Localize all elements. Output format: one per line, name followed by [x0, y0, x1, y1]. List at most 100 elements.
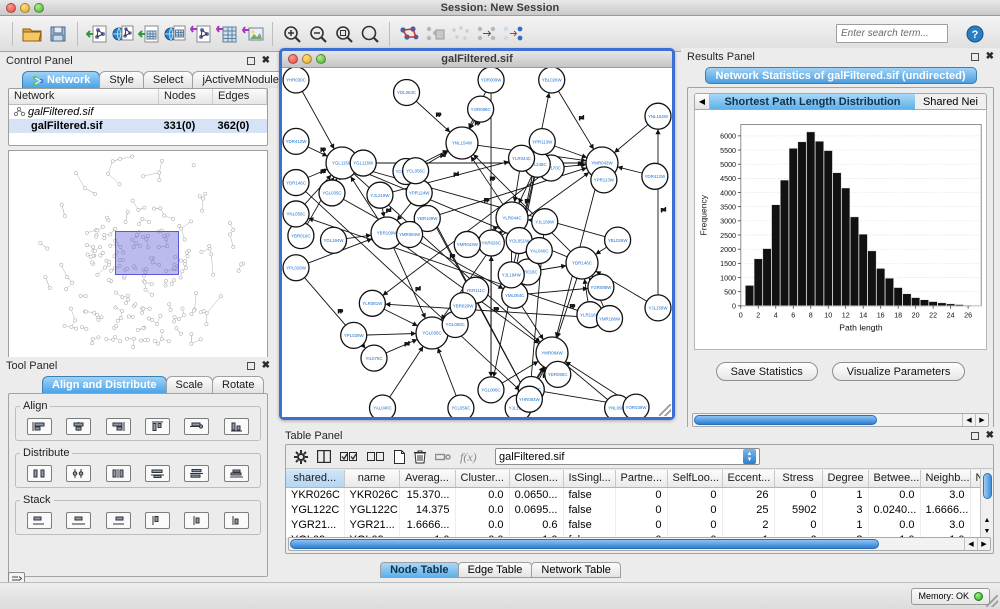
network-maximize-icon[interactable]	[316, 54, 326, 64]
align-left-icon[interactable]	[27, 418, 52, 435]
align-right-icon[interactable]	[106, 418, 131, 435]
export-table-icon[interactable]	[214, 21, 240, 47]
table-vertical-scrollbar[interactable]: ▲ ▼	[980, 470, 993, 537]
network-close-icon[interactable]	[288, 54, 298, 64]
col-edges[interactable]: Edges	[213, 89, 267, 104]
node-table-column-header[interactable]: SelfLoo...	[667, 470, 722, 487]
align-horizontal-center-icon[interactable]	[66, 418, 91, 435]
stack-center-icon[interactable]	[66, 512, 91, 529]
save-statistics-button[interactable]: Save Statistics	[716, 362, 818, 381]
zoom-out-icon[interactable]	[305, 21, 331, 47]
import-table-url-icon[interactable]	[162, 21, 188, 47]
node-table-column-header[interactable]: Partne...	[615, 470, 667, 487]
distribute-top-icon[interactable]	[145, 465, 170, 482]
table-panel-close-icon[interactable]: ✖	[986, 432, 994, 440]
window-resizer[interactable]	[986, 595, 998, 607]
results-panel-close-icon[interactable]: ✖	[986, 53, 994, 61]
search-input[interactable]: Enter search term...	[836, 24, 948, 43]
zoom-fit-selected-icon[interactable]	[331, 21, 357, 47]
node-table-column-header[interactable]: Averag...	[399, 470, 455, 487]
table-hscroll-left-icon[interactable]: ◀	[964, 538, 977, 550]
deselect-all-icon[interactable]	[448, 21, 474, 47]
import-table-icon[interactable]	[136, 21, 162, 47]
results-panel-float-icon[interactable]	[971, 53, 979, 61]
drag-select-icon[interactable]	[422, 21, 448, 47]
table-hscroll-right-icon[interactable]: ▶	[977, 538, 990, 550]
network-list-row[interactable]: galFiltered.sif	[9, 104, 267, 119]
zoom-fit-icon[interactable]	[357, 21, 383, 47]
visualize-parameters-button[interactable]: Visualize Parameters	[832, 362, 966, 381]
tab-network-table[interactable]: Network Table	[531, 562, 621, 578]
node-table-grid[interactable]: shared...nameAverag...Cluster...Closen..…	[286, 470, 993, 537]
tab-node-table[interactable]: Node Table	[380, 562, 458, 578]
node-table-column-header[interactable]: Neighb...	[920, 470, 970, 487]
distribute-vertical-center-icon[interactable]	[184, 465, 209, 482]
stack-bottom-icon[interactable]	[224, 512, 249, 529]
tab-style[interactable]: Style	[99, 71, 143, 88]
import-network-icon[interactable]	[84, 21, 110, 47]
tab-network-statistics[interactable]: Network Statistics of galFiltered.sif (u…	[705, 67, 977, 84]
control-panel-close-icon[interactable]: ✖	[262, 57, 270, 65]
node-table-column-header[interactable]: Betwee...	[868, 470, 920, 487]
zoom-in-icon[interactable]	[279, 21, 305, 47]
table-selector-arrows-icon[interactable]: ▲▼	[743, 449, 756, 464]
tool-panel-float-icon[interactable]	[247, 362, 255, 370]
results-scroll-right-icon[interactable]: ▶	[975, 414, 988, 426]
node-table-column-header[interactable]: shared...	[286, 470, 344, 487]
table-scroll-thumb[interactable]	[983, 473, 992, 499]
maximize-window-icon[interactable]	[34, 3, 44, 13]
col-network[interactable]: Network	[9, 89, 159, 104]
select-all-nodes-icon[interactable]	[396, 21, 422, 47]
table-selector[interactable]: galFiltered.sif ▲▼	[495, 448, 760, 465]
node-table-column-header[interactable]: Degree	[822, 470, 868, 487]
import-network-url-icon[interactable]	[110, 21, 136, 47]
stack-left-icon[interactable]	[27, 512, 52, 529]
tab-align-and-distribute[interactable]: Align and Distribute	[42, 376, 167, 393]
deselect-rows-icon[interactable]	[367, 451, 385, 462]
col-nodes[interactable]: Nodes	[159, 89, 213, 104]
close-window-icon[interactable]	[6, 3, 16, 13]
node-table-column-header[interactable]: Stress	[774, 470, 822, 487]
node-table-column-header[interactable]: Cluster...	[455, 470, 509, 487]
import-table-icon[interactable]	[435, 452, 451, 462]
table-panel-float-icon[interactable]	[971, 432, 979, 440]
table-row[interactable]: YKR026CYKR026C15.370...0.00.0650...false…	[286, 487, 993, 502]
distribute-right-icon[interactable]	[106, 465, 131, 482]
subtab-scroll-left-icon[interactable]: ◀	[695, 94, 710, 109]
subtab-shared-neighbors[interactable]: Shared Nei	[915, 94, 986, 109]
save-icon[interactable]	[45, 21, 71, 47]
network-canvas[interactable]: pppppppdpdpppppppdpppppdpdpdpdpdpdpppdpp…	[282, 68, 672, 417]
open-folder-icon[interactable]	[19, 21, 45, 47]
distribute-left-icon[interactable]	[27, 465, 52, 482]
table-row[interactable]: YGR21...YGR21...1.6666...0.00.6false0020…	[286, 517, 993, 532]
delete-column-icon[interactable]	[414, 450, 426, 464]
subtab-shortest-path-length-distribution[interactable]: Shortest Path Length Distribution	[710, 94, 915, 109]
columns-icon[interactable]	[317, 450, 331, 463]
node-table-column-header[interactable]: name	[344, 470, 399, 487]
network-view-resizer[interactable]	[659, 404, 671, 416]
network-minimize-icon[interactable]	[302, 54, 312, 64]
results-scroll-left-icon[interactable]: ◀	[962, 414, 975, 426]
tab-scale[interactable]: Scale	[166, 376, 214, 393]
overview-viewport-rect[interactable]	[115, 231, 180, 274]
tab-network[interactable]: Network	[22, 71, 100, 88]
node-table-column-header[interactable]: IsSingl...	[563, 470, 615, 487]
node-table-column-header[interactable]: Eccent...	[722, 470, 774, 487]
align-bottom-icon[interactable]	[224, 418, 249, 435]
tool-panel-close-icon[interactable]: ✖	[262, 362, 270, 370]
stack-top-icon[interactable]	[145, 512, 170, 529]
function-builder-icon[interactable]: f(x)	[460, 450, 482, 464]
results-horizontal-scrollbar[interactable]: ◀ ▶	[692, 413, 989, 427]
memory-status-badge[interactable]: Memory: OK	[911, 588, 990, 605]
results-scroll-thumb[interactable]	[694, 415, 877, 425]
tab-select[interactable]: Select	[143, 71, 194, 88]
tab-edge-table[interactable]: Edge Table	[458, 562, 533, 578]
network-overview-thumbnail[interactable]	[8, 150, 268, 358]
distribute-horizontal-center-icon[interactable]	[66, 465, 91, 482]
minimize-window-icon[interactable]	[20, 3, 30, 13]
export-image-icon[interactable]	[240, 21, 266, 47]
network-list-row[interactable]: galFiltered.sif 331(0) 362(0)	[9, 119, 267, 133]
align-vertical-center-icon[interactable]	[184, 418, 209, 435]
select-all-rows-icon[interactable]	[340, 451, 358, 462]
settings-gear-icon[interactable]	[294, 450, 308, 464]
